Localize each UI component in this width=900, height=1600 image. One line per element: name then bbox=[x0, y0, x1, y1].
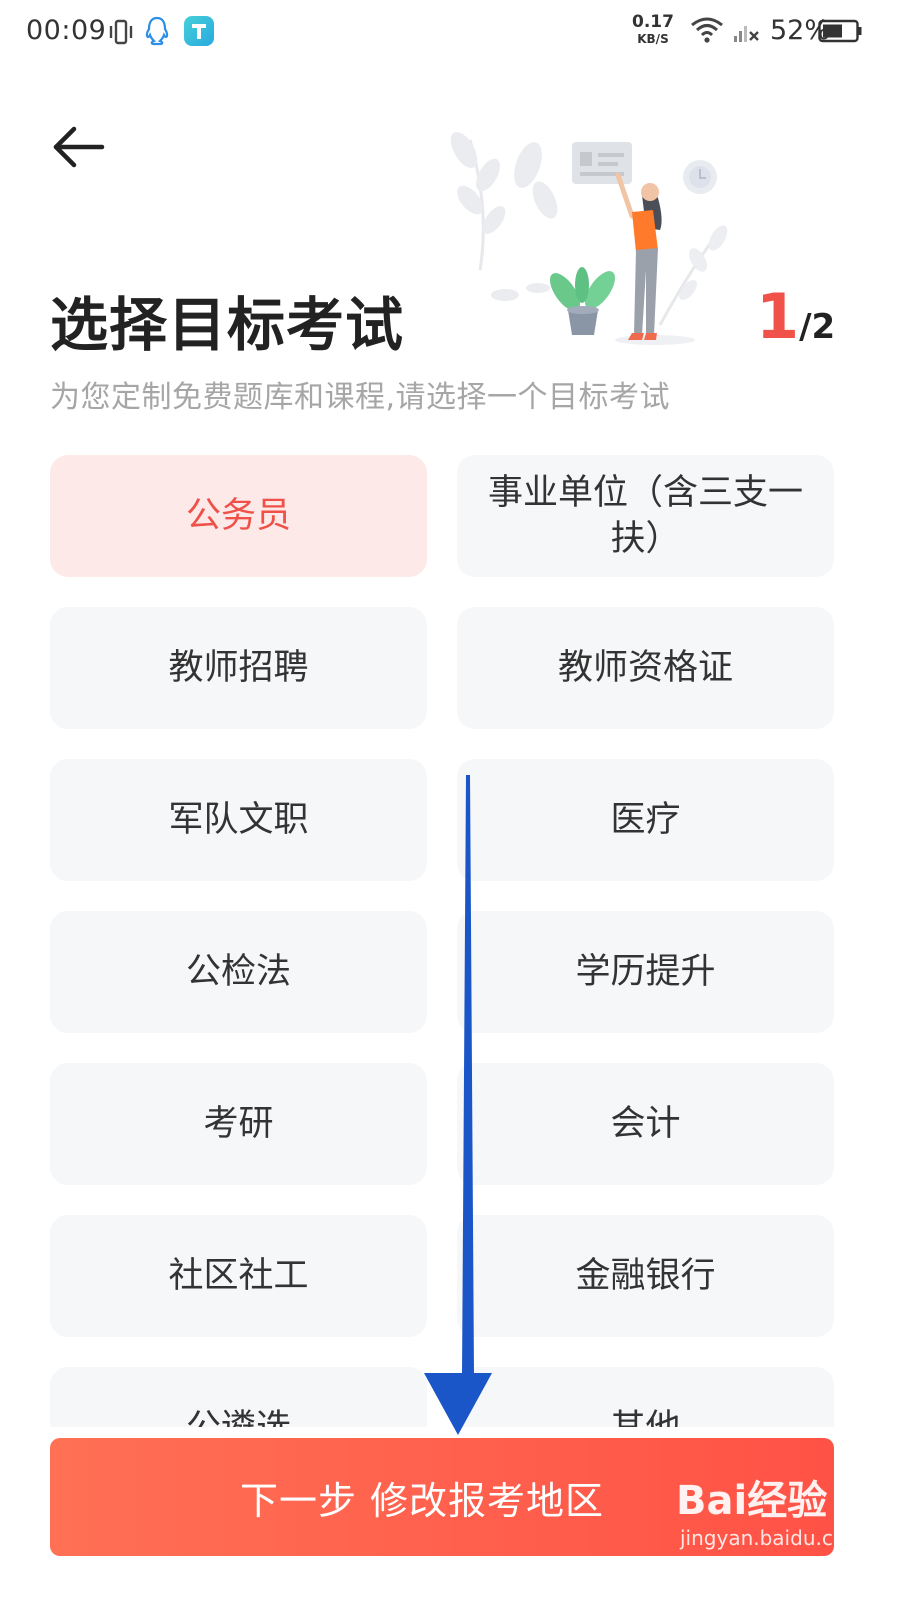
status-bar: 00:09 0.17 KB/S 52% bbox=[0, 0, 900, 64]
exam-option[interactable]: 军队文职 bbox=[50, 759, 427, 881]
exam-option[interactable]: 金融银行 bbox=[457, 1215, 834, 1337]
wifi-icon bbox=[691, 17, 723, 43]
exam-option[interactable]: 事业单位（含三支一扶） bbox=[457, 455, 834, 577]
exam-option-label: 社区社工 bbox=[168, 1255, 309, 1296]
back-arrow-icon[interactable] bbox=[50, 122, 106, 172]
exam-option[interactable]: 考研 bbox=[50, 1063, 427, 1185]
exam-option-label: 公检法 bbox=[185, 951, 291, 992]
exam-option-label: 会计 bbox=[610, 1103, 681, 1144]
step-total: /2 bbox=[799, 307, 836, 347]
exam-option[interactable]: 会计 bbox=[457, 1063, 834, 1185]
exam-option-label: 其他 bbox=[610, 1405, 680, 1427]
exam-option-label: 教师资格证 bbox=[557, 647, 733, 688]
exam-option[interactable]: 公检法 bbox=[50, 911, 427, 1033]
exam-option[interactable]: 公遴选 bbox=[50, 1367, 427, 1427]
battery-icon bbox=[818, 19, 862, 43]
exam-option-label: 军队文职 bbox=[168, 799, 309, 840]
exam-option[interactable]: 教师资格证 bbox=[457, 607, 834, 729]
exam-option-label: 金融银行 bbox=[575, 1255, 716, 1296]
plant-branch-left bbox=[450, 131, 558, 301]
network-speed: 0.17 KB/S bbox=[632, 12, 674, 46]
header-illustration bbox=[450, 131, 728, 345]
exam-option[interactable]: 其他 bbox=[457, 1367, 834, 1427]
app-icon bbox=[184, 16, 214, 46]
exam-option-label: 教师招聘 bbox=[168, 647, 309, 688]
exam-option[interactable]: 医疗 bbox=[457, 759, 834, 881]
exam-option[interactable]: 公务员 bbox=[50, 455, 427, 577]
page-subtitle: 为您定制免费题库和课程,请选择一个目标考试 bbox=[50, 380, 671, 415]
exam-option-label: 事业单位（含三支一扶） bbox=[487, 472, 803, 559]
person-figure bbox=[615, 172, 695, 345]
next-step-label: 下一步 修改报考地区 bbox=[239, 1478, 605, 1523]
status-time: 00:09 bbox=[26, 15, 107, 46]
qq-icon bbox=[145, 16, 169, 46]
exam-option-label: 公务员 bbox=[185, 495, 291, 536]
exam-option-label: 公遴选 bbox=[186, 1405, 291, 1427]
vibrate-icon bbox=[109, 19, 133, 45]
potted-plant bbox=[549, 267, 616, 335]
exam-options-grid: 公务员 事业单位（含三支一扶） 教师招聘 教师资格证 军队文职 医疗 公检法 学… bbox=[50, 455, 834, 1427]
network-speed-value: 0.17 bbox=[632, 12, 674, 32]
exam-option[interactable]: 社区社工 bbox=[50, 1215, 427, 1337]
step-current: 1 bbox=[756, 280, 800, 353]
next-step-button[interactable]: 下一步 修改报考地区 bbox=[50, 1438, 834, 1556]
exam-option-label: 医疗 bbox=[610, 799, 681, 840]
exam-option-label: 学历提升 bbox=[575, 951, 716, 992]
exam-option-label: 考研 bbox=[203, 1103, 274, 1144]
exam-option[interactable]: 学历提升 bbox=[457, 911, 834, 1033]
network-speed-unit: KB/S bbox=[637, 32, 669, 46]
signal-icon bbox=[734, 26, 759, 42]
page-title: 选择目标考试 bbox=[50, 291, 405, 359]
exam-option[interactable]: 教师招聘 bbox=[50, 607, 427, 729]
step-indicator: 1/2 bbox=[756, 280, 835, 353]
